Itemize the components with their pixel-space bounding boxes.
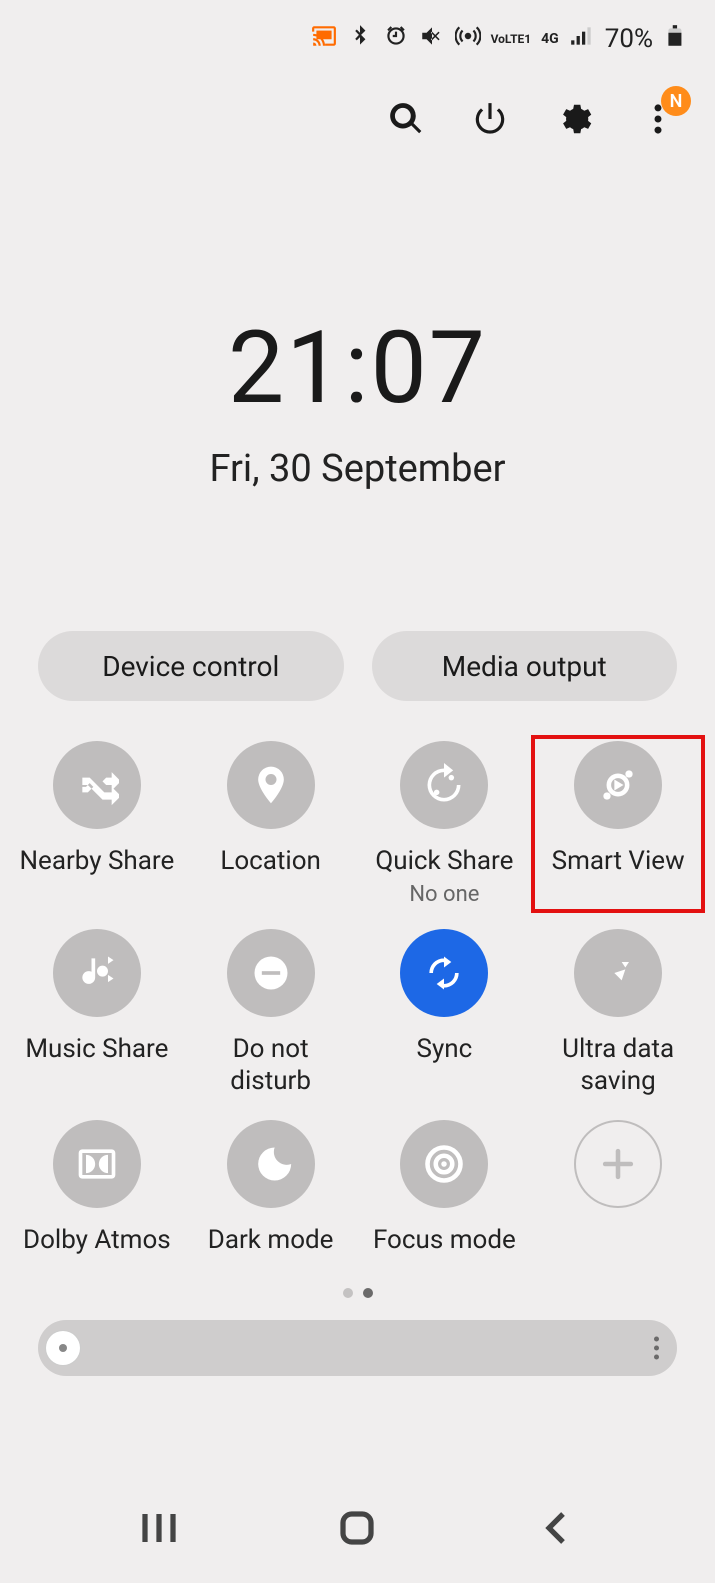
- tile-quick-share[interactable]: Quick Share No one: [358, 735, 532, 913]
- tile-dark-mode[interactable]: Dark mode: [184, 1114, 358, 1263]
- shuffle-icon: [53, 741, 141, 829]
- tile-dnd[interactable]: Do not disturb: [184, 923, 358, 1104]
- brightness-slider[interactable]: [38, 1320, 677, 1376]
- media-output-button[interactable]: Media output: [372, 631, 678, 701]
- cast-icon: [311, 23, 337, 55]
- brightness-slider-wrap: [0, 1320, 715, 1376]
- quickshare-icon: [400, 741, 488, 829]
- settings-button[interactable]: [555, 100, 593, 138]
- notification-badge: N: [661, 86, 691, 116]
- clock-time: 21:07: [0, 310, 715, 427]
- quick-settings-grid: Nearby Share Location Quick Share No one Sma…: [0, 735, 715, 1262]
- tile-focus-mode[interactable]: Focus mode: [358, 1114, 532, 1263]
- tile-sublabel: No one: [409, 882, 479, 907]
- alarm-icon: [383, 23, 409, 55]
- tile-label: Do not disturb: [191, 1033, 351, 1098]
- back-button[interactable]: [531, 1503, 581, 1553]
- plus-icon: [574, 1120, 662, 1208]
- tile-label: Nearby Share: [19, 845, 174, 878]
- mute-icon: [419, 23, 445, 55]
- battery-percent: 70%: [605, 24, 653, 54]
- musicshare-icon: [53, 929, 141, 1017]
- clock-area: 21:07 Fri, 30 September: [0, 310, 715, 491]
- navigation-bar: [0, 1473, 715, 1583]
- tile-label: Dark mode: [208, 1224, 334, 1257]
- search-button[interactable]: [387, 100, 425, 138]
- recents-button[interactable]: [134, 1503, 184, 1553]
- sync-icon: [400, 929, 488, 1017]
- tile-music-share[interactable]: Music Share: [10, 923, 184, 1104]
- dolby-icon: [53, 1120, 141, 1208]
- status-bar: VoLTE1 4G 70%: [0, 0, 715, 60]
- tile-location[interactable]: Location: [184, 735, 358, 913]
- hotspot-icon: [455, 23, 481, 55]
- focus-icon: [400, 1120, 488, 1208]
- datasave-icon: [574, 929, 662, 1017]
- smartview-icon: [574, 741, 662, 829]
- panel-toolbar: N: [0, 60, 715, 150]
- clock-date: Fri, 30 September: [0, 447, 715, 491]
- location-icon: [227, 741, 315, 829]
- home-button[interactable]: [332, 1503, 382, 1553]
- tile-label: Sync: [417, 1033, 473, 1066]
- tile-label: Quick Share: [375, 845, 513, 878]
- moon-icon: [227, 1120, 315, 1208]
- brightness-more-icon[interactable]: [654, 1337, 659, 1360]
- tile-label: Music Share: [25, 1033, 168, 1066]
- tile-label: Dolby Atmos: [23, 1224, 171, 1257]
- bluetooth-icon: [347, 23, 373, 55]
- tile-dolby[interactable]: Dolby Atmos: [10, 1114, 184, 1263]
- page-dot[interactable]: [363, 1288, 373, 1298]
- dnd-icon: [227, 929, 315, 1017]
- tile-smart-view[interactable]: Smart View: [531, 735, 705, 913]
- pill-row: Device control Media output: [0, 631, 715, 701]
- tile-nearby-share[interactable]: Nearby Share: [10, 735, 184, 913]
- network-type-icon: 4G: [541, 31, 559, 47]
- signal-icon: [569, 23, 595, 55]
- page-dot[interactable]: [343, 1288, 353, 1298]
- power-button[interactable]: [471, 100, 509, 138]
- tile-add[interactable]: [531, 1114, 705, 1263]
- tile-label: Smart View: [552, 845, 685, 878]
- tile-label: Ultra data saving: [538, 1033, 698, 1098]
- tile-sync[interactable]: Sync: [358, 923, 532, 1104]
- volte-icon: VoLTE1: [491, 33, 532, 45]
- tile-label: Location: [220, 845, 321, 878]
- device-control-button[interactable]: Device control: [38, 631, 344, 701]
- more-button[interactable]: N: [639, 100, 677, 138]
- tile-label: Focus mode: [373, 1224, 516, 1257]
- brightness-thumb[interactable]: [46, 1331, 80, 1365]
- tile-ultra-data[interactable]: Ultra data saving: [531, 923, 705, 1104]
- battery-icon: [663, 23, 689, 55]
- page-indicator: [0, 1288, 715, 1298]
